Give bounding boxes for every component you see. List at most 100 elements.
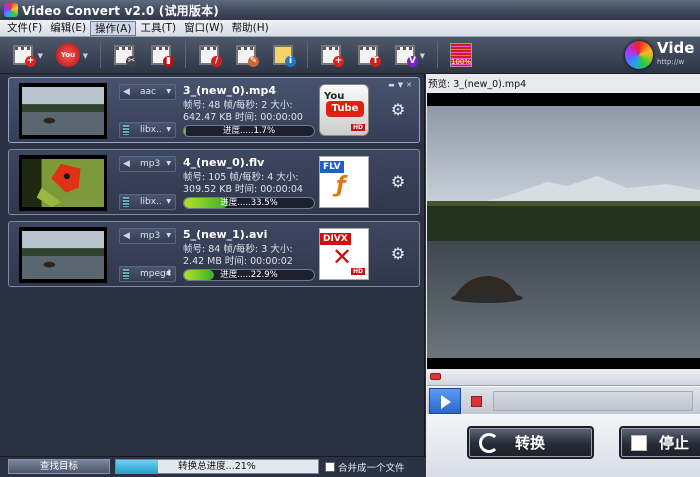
clip-video-button[interactable]: /: [196, 41, 222, 69]
menu-window[interactable]: 窗口(W): [180, 21, 228, 36]
youtube-format-icon[interactable]: You Tube HD: [319, 84, 369, 136]
toolbar-separator: [100, 42, 101, 68]
toolbar-separator: [437, 42, 438, 68]
flv-format-icon[interactable]: FLV ƒ: [319, 156, 369, 208]
find-target-button[interactable]: 查找目标: [8, 459, 110, 474]
file-name: 5_(new_1).avi: [183, 228, 268, 241]
dropdown-arrow-icon[interactable]: ▼: [38, 52, 43, 60]
edit-video-button[interactable]: ✎: [233, 41, 259, 69]
stop-icon: [631, 434, 647, 451]
chevron-down-icon: ▼: [166, 160, 171, 167]
dropdown-arrow-icon[interactable]: ▼: [420, 52, 425, 60]
refresh-icon: [479, 432, 499, 453]
info-icon: i: [285, 56, 296, 67]
speaker-icon: ◀: [123, 87, 130, 97]
task-progress-bar: 进度.....1.7%: [183, 125, 315, 137]
dropdown-arrow-icon[interactable]: ▼: [83, 52, 88, 60]
text-icon: T: [370, 56, 381, 67]
percent-100-icon: 100%: [450, 43, 472, 67]
speaker-icon: ◀: [123, 231, 130, 241]
preview-pane: 预览: 3_(new_0).mp4 转换 停止: [426, 74, 700, 477]
toolbar-separator: [185, 42, 186, 68]
item-window-controls[interactable]: ▬▼✕: [388, 81, 415, 89]
file-info: 帧号: 84 帧/每秒: 3 大小: 2.42 MB 时间: 00:00:02: [183, 244, 293, 267]
merge-checkbox[interactable]: 合并成一个文件: [325, 460, 405, 474]
action-area: 转换 停止: [427, 414, 700, 477]
speaker-icon: ◀: [123, 159, 130, 169]
cut-video-button[interactable]: ✂: [111, 41, 137, 69]
gear-icon[interactable]: ⚙: [390, 102, 406, 118]
video-frame: [427, 106, 700, 358]
task-item[interactable]: ◀ mp3 ▼ libx.. ▼ 4_(new_0).flv 帧号: 105 帧…: [8, 149, 420, 215]
gear-icon[interactable]: ⚙: [390, 246, 406, 262]
plus-badge-icon: +: [333, 56, 344, 67]
progress-label: 进度.....22.9%: [220, 270, 278, 280]
stop-playback-button[interactable]: [471, 396, 482, 407]
stop-button[interactable]: 停止: [619, 426, 700, 459]
video-info-button[interactable]: i: [270, 41, 296, 69]
window-title: Video Convert v2.0 (试用版本): [22, 3, 219, 18]
video-thumbnail: [19, 227, 107, 283]
audio-codec-select[interactable]: ◀ aac ▼: [119, 84, 176, 100]
video-codec-select[interactable]: libx.. ▼: [119, 122, 176, 138]
zoom-100-button[interactable]: 100%: [448, 41, 474, 69]
play-button[interactable]: [429, 388, 461, 414]
hd-badge: HD: [350, 124, 365, 131]
chevron-down-icon: ▼: [166, 126, 171, 133]
app-logo-icon: [4, 3, 18, 17]
add-text-button[interactable]: T: [355, 41, 381, 69]
youtube-download-button[interactable]: You ▼: [55, 41, 88, 69]
video-codec-select[interactable]: mpeg4 ▼: [119, 266, 176, 282]
seek-handle[interactable]: [430, 373, 441, 380]
video-thumbnail: [19, 83, 107, 139]
status-bar: 查找目标 转换总进度...21% 合并成一个文件: [0, 456, 426, 477]
audio-codec-select[interactable]: ◀ mp3 ▼: [119, 228, 176, 244]
pencil-icon: ✎: [248, 56, 259, 67]
delete-video-button[interactable]: ▮: [148, 41, 174, 69]
title-bar: Video Convert v2.0 (试用版本): [0, 0, 700, 20]
audio-codec-select[interactable]: ◀ mp3 ▼: [119, 156, 176, 172]
file-name: 3_(new_0).mp4: [183, 84, 276, 97]
convert-button[interactable]: 转换: [467, 426, 594, 459]
menu-edit[interactable]: 编辑(E): [46, 21, 90, 36]
file-name: 4_(new_0).flv: [183, 156, 265, 169]
chevron-down-icon: ▼: [166, 270, 171, 277]
chevron-down-icon: ▼: [166, 88, 171, 95]
film-strip-icon: [123, 269, 129, 279]
scissors-icon: ✂: [126, 56, 137, 67]
menu-help[interactable]: 帮助(H): [228, 21, 273, 36]
chevron-down-icon: ▼: [166, 198, 171, 205]
film-strip-icon: [123, 125, 129, 135]
progress-label: 进度.....1.7%: [222, 126, 276, 136]
toolbar-separator: [307, 42, 308, 68]
total-progress-bar: 转换总进度...21%: [115, 459, 319, 474]
toolbar: + ▼ You ▼ ✂ ▮ / ✎ i + T V ▼ 100%: [0, 37, 700, 74]
task-item[interactable]: ◀ mp3 ▼ mpeg4 ▼ 5_(new_1).avi 帧号: 84 帧/每…: [8, 221, 420, 287]
add-video-button[interactable]: + ▼: [10, 41, 43, 69]
file-info: 帧号: 105 帧/每秒: 4 大小: 309.52 KB 时间: 00:00:…: [183, 172, 303, 195]
trash-icon: ▮: [163, 56, 174, 67]
video-thumbnail: [19, 155, 107, 211]
menu-action[interactable]: 操作(A): [90, 20, 137, 36]
task-item[interactable]: ◀ aac ▼ libx.. ▼ 3_(new_0).mp4 帧号: 48 帧/…: [8, 77, 420, 143]
clip-icon: /: [211, 56, 222, 67]
logo-ball-icon: [625, 41, 653, 69]
video-codec-select[interactable]: libx.. ▼: [119, 194, 176, 210]
seek-slider[interactable]: [427, 370, 700, 386]
hd-badge: HD: [350, 268, 365, 275]
menu-tools[interactable]: 工具(T): [136, 21, 180, 36]
volume-slider[interactable]: [493, 391, 693, 411]
video-effect-button[interactable]: V ▼: [392, 41, 425, 69]
chevron-down-icon: ▼: [166, 232, 171, 239]
divx-format-icon[interactable]: DIVX ✕ HD: [319, 228, 369, 280]
gear-icon[interactable]: ⚙: [390, 174, 406, 190]
film-strip-icon: [123, 197, 129, 207]
menu-file[interactable]: 文件(F): [3, 21, 46, 36]
file-info: 帧号: 48 帧/每秒: 2 大小: 642.47 KB 时间: 00:00:0…: [183, 100, 303, 123]
checkbox-box[interactable]: [325, 462, 335, 472]
progress-label: 进度.....33.5%: [220, 198, 278, 208]
add-effect-button[interactable]: +: [318, 41, 344, 69]
video-preview[interactable]: [427, 93, 700, 369]
preview-title: 预览: 3_(new_0).mp4: [428, 79, 527, 90]
effect-icon: V: [407, 56, 418, 67]
